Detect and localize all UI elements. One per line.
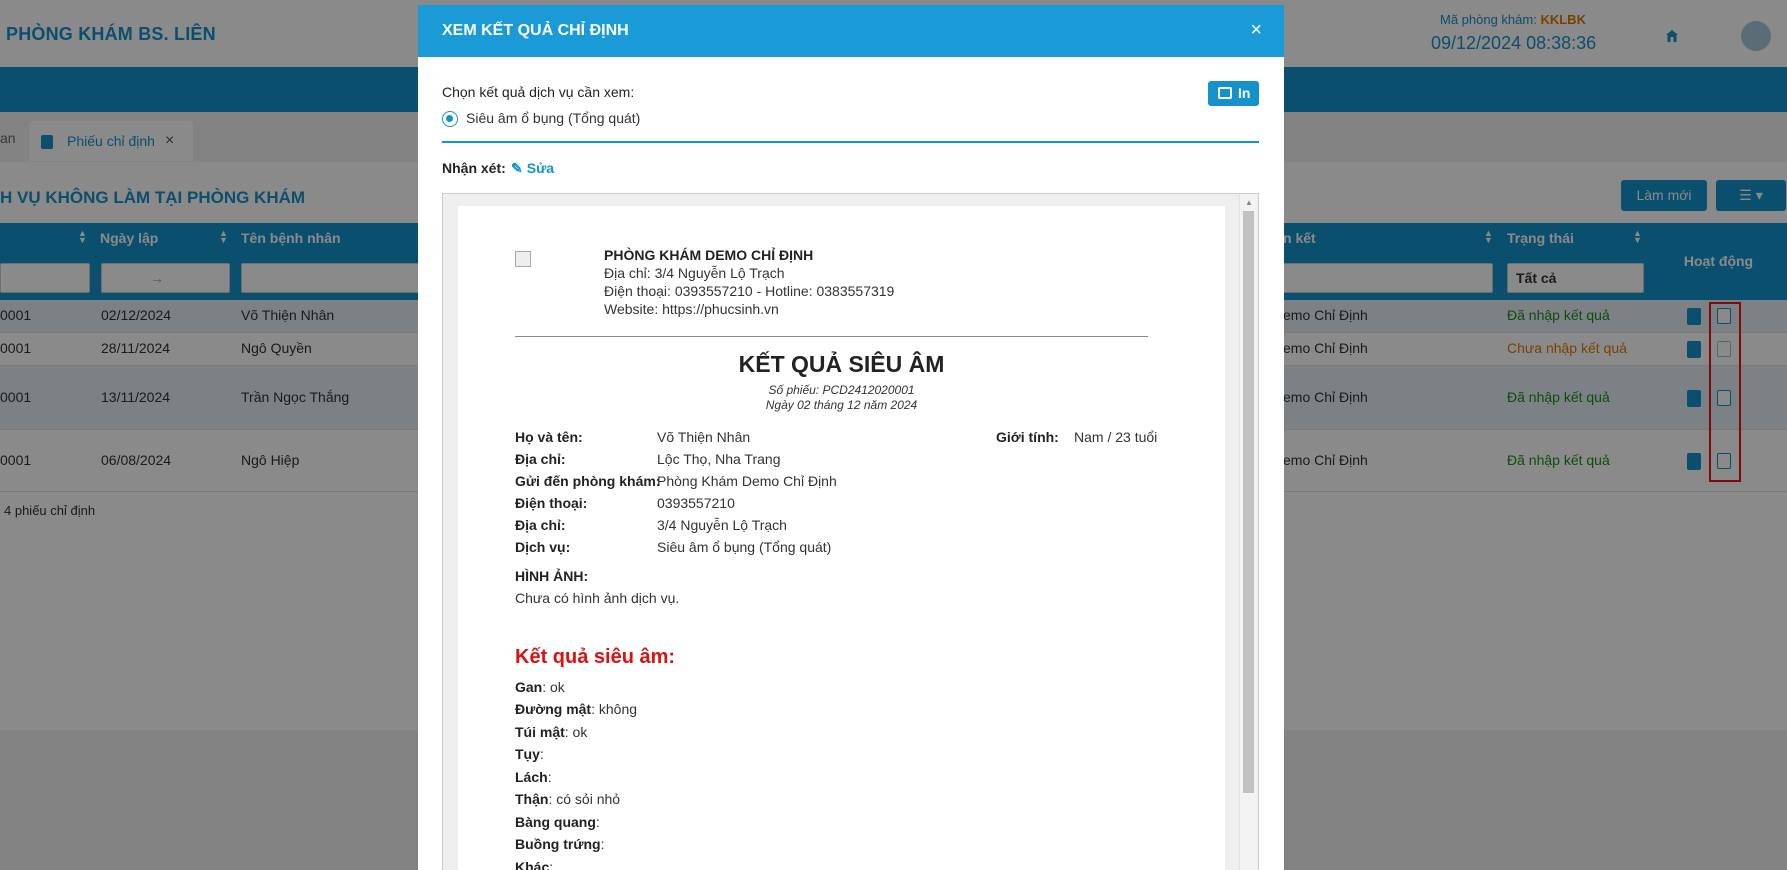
pencil-icon: ✎: [511, 160, 523, 176]
address-label: Địa chỉ:: [515, 451, 566, 467]
doc-clinic-website: Website: https://phucsinh.vn: [604, 301, 779, 317]
images-title: HÌNH ẢNH:: [515, 568, 589, 584]
radio-selected-icon[interactable]: [442, 111, 458, 128]
gender-value: Nam / 23 tuổi: [1074, 429, 1158, 445]
document-scrollbar[interactable]: ▲: [1239, 194, 1257, 870]
sent-to-label: Gửi đến phòng khám:: [515, 473, 661, 489]
phone-value: 0393557210: [657, 495, 735, 511]
result-title: Kết quả siêu âm:: [515, 646, 676, 668]
document-viewer[interactable]: PHÒNG KHÁM DEMO CHỈ ĐỊNH Địa chỉ: 3/4 Ng…: [442, 193, 1259, 870]
print-label: In: [1238, 85, 1251, 101]
doc-clinic-name: PHÒNG KHÁM DEMO CHỈ ĐỊNH: [604, 247, 814, 263]
result-item: Buồng trứng:: [515, 836, 605, 852]
result-item: Lách:: [515, 769, 552, 785]
result-item: Thận: có sỏi nhỏ: [515, 791, 621, 807]
result-item: Bàng quang:: [515, 814, 600, 830]
address-value: Lộc Thọ, Nha Trang: [657, 451, 781, 467]
gender-label: Giới tính:: [996, 429, 1059, 445]
doc-date: Ngày 02 tháng 12 năm 2024: [765, 398, 918, 412]
result-item: Tụy:: [515, 746, 544, 762]
edit-link-label: Sửa: [526, 160, 554, 176]
address2-label: Địa chỉ:: [515, 517, 566, 533]
scroll-up-icon[interactable]: ▲: [1245, 198, 1253, 207]
scrollbar-thumb[interactable]: [1243, 211, 1254, 793]
edit-comment-link[interactable]: ✎ Sửa: [511, 160, 554, 177]
doc-divider: [515, 336, 1148, 337]
choose-service-label: Chọn kết quả dịch vụ cần xem:: [442, 84, 635, 100]
print-button[interactable]: In: [1208, 81, 1259, 106]
clinic-logo-image: [515, 251, 531, 267]
printer-icon: [1218, 87, 1232, 99]
close-icon[interactable]: ×: [1250, 19, 1262, 42]
result-item: Khác:: [515, 859, 554, 870]
modal-title: XEM KẾT QUẢ CHỈ ĐỊNH: [442, 22, 629, 39]
service-radio-option[interactable]: Siêu âm ổ bụng (Tổng quát): [442, 110, 641, 128]
name-label: Họ và tên:: [515, 429, 583, 445]
doc-clinic-address: Địa chỉ: 3/4 Nguyễn Lộ Trạch: [604, 265, 785, 281]
service-option-label: Siêu âm ổ bụng (Tổng quát): [466, 110, 641, 126]
modal-header: XEM KẾT QUẢ CHỈ ĐỊNH ×: [418, 5, 1284, 57]
doc-clinic-phone: Điện thoại: 0393557210 - Hotline: 038355…: [604, 283, 895, 299]
result-item: Gan: ok: [515, 679, 565, 695]
doc-ticket-no: Số phiếu: PCD2412020001: [768, 383, 915, 397]
doc-heading: KẾT QUẢ SIÊU ÂM: [738, 351, 945, 377]
address2-value: 3/4 Nguyễn Lộ Trạch: [657, 517, 787, 533]
document-page: PHÒNG KHÁM DEMO CHỈ ĐỊNH Địa chỉ: 3/4 Ng…: [458, 206, 1225, 870]
service-label: Dịch vụ:: [515, 539, 571, 555]
sent-to-value: Phòng Khám Demo Chỉ Định: [657, 473, 837, 489]
result-modal: XEM KẾT QUẢ CHỈ ĐỊNH × Chọn kết quả dịch…: [418, 5, 1284, 870]
name-value: Võ Thiện Nhân: [657, 429, 751, 445]
divider: [442, 141, 1259, 143]
service-value: Siêu âm ổ bụng (Tổng quát): [657, 539, 832, 555]
images-text: Chưa có hình ảnh dịch vụ.: [515, 590, 680, 606]
phone-label: Điện thoại:: [515, 495, 588, 511]
result-item: Túi mật: ok: [515, 724, 588, 740]
result-item: Đường mật: không: [515, 701, 638, 717]
comment-label: Nhận xét:: [442, 160, 506, 176]
